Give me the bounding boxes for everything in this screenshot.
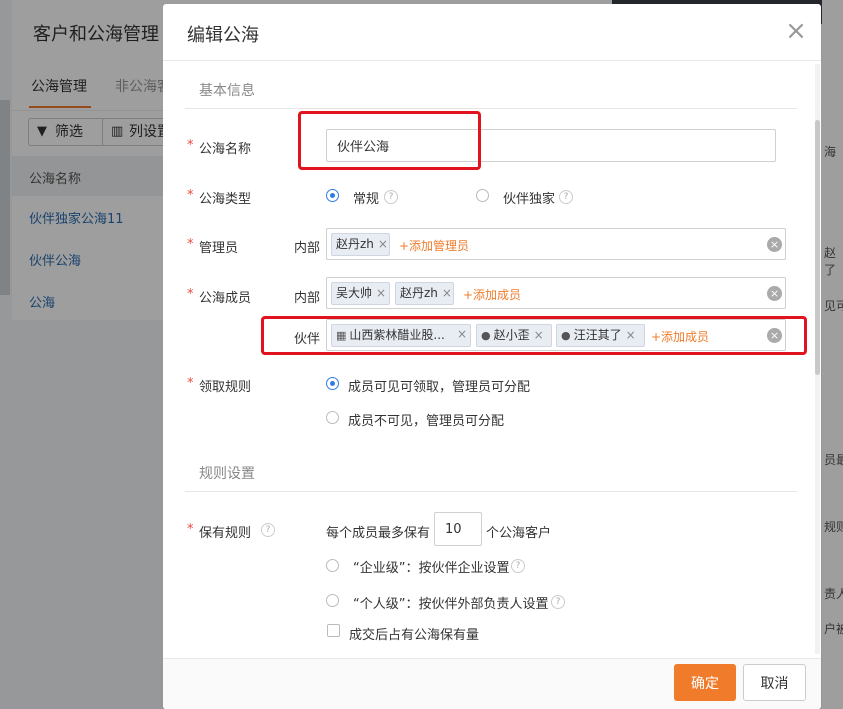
tag-text: 赵丹zh: [336, 237, 374, 251]
person-icon: ●: [481, 329, 491, 342]
member-tag: 赵丹zh ×: [395, 282, 454, 305]
cancel-button[interactable]: 取消: [743, 664, 806, 701]
tag-text: 赵丹zh: [400, 286, 438, 300]
partner-tag: ● 汪汪其了 ×: [556, 324, 645, 347]
claim-invisible-radio[interactable]: [326, 411, 339, 424]
clear-icon[interactable]: ×: [767, 286, 782, 301]
retain-prefix: 每个成员最多保有: [326, 526, 431, 541]
clear-icon[interactable]: ×: [767, 328, 782, 343]
remove-tag-icon[interactable]: ×: [378, 237, 388, 251]
retain-personal-label: “个人级”：按伙伴外部负责人设置: [353, 597, 549, 612]
pool-type-partner-label: 伙伴独家: [503, 192, 556, 207]
claim-invisible-label: 成员不可见，管理员可分配: [348, 414, 505, 429]
remove-tag-icon[interactable]: ×: [534, 328, 544, 342]
claim-rule-label: 领取规则: [199, 380, 252, 395]
claim-visible-radio[interactable]: [326, 377, 339, 390]
admin-tag-input[interactable]: 赵丹zh × +添加管理员 ×: [326, 228, 786, 260]
pool-type-label: 公海类型: [199, 192, 252, 207]
retain-personal-radio[interactable]: [326, 594, 339, 607]
required-mark: *: [187, 188, 194, 203]
section-divider: [185, 108, 797, 109]
confirm-button[interactable]: 确定: [674, 664, 736, 701]
scrollbar-thumb[interactable]: [815, 120, 820, 375]
required-mark: *: [187, 522, 194, 537]
building-icon: ▦: [336, 329, 347, 342]
section-rule-settings: 规则设置: [199, 466, 255, 482]
dialog-scrollbar[interactable]: [815, 64, 820, 654]
retain-suffix: 个公海客户: [486, 526, 552, 541]
pool-type-regular-label: 常规: [353, 192, 380, 207]
close-icon[interactable]: ×: [783, 18, 809, 44]
pool-type-regular-radio[interactable]: [326, 189, 339, 202]
pool-name-label: 公海名称: [199, 142, 252, 157]
count-after-deal-label: 成交后占有公海保有量: [349, 628, 480, 643]
claim-visible-label: 成员可见可领取，管理员可分配: [348, 380, 531, 395]
clear-icon[interactable]: ×: [767, 237, 782, 252]
partner-tag: ▦ 山西紫林醋业股...: [331, 324, 471, 347]
members-partner-label: 伙伴: [294, 332, 321, 347]
pool-type-partner-radio[interactable]: [476, 189, 489, 202]
members-internal-label: 内部: [294, 291, 321, 306]
dialog-header: 编辑公海 ×: [163, 4, 821, 61]
help-icon[interactable]: ?: [551, 595, 565, 609]
required-mark: *: [187, 376, 194, 391]
member-tag: 吴大帅 ×: [331, 282, 390, 305]
retain-enterprise-label: “企业级”：按伙伴企业设置: [353, 561, 510, 576]
add-partner-member-link[interactable]: +添加成员: [651, 328, 709, 345]
admin-tag: 赵丹zh ×: [331, 233, 390, 256]
tag-text: 吴大帅: [336, 286, 373, 300]
retain-quantity-input[interactable]: [434, 512, 482, 546]
section-divider: [185, 491, 797, 492]
edit-pool-dialog: 编辑公海 × 基本信息 * 公海名称 * 公海类型 常规 ? 伙伴独家 ? * …: [163, 4, 821, 709]
required-mark: *: [187, 287, 194, 302]
help-icon[interactable]: ?: [559, 190, 573, 204]
count-after-deal-checkbox[interactable]: [327, 624, 340, 637]
dialog-title: 编辑公海: [187, 25, 259, 46]
admin-label: 管理员: [199, 241, 239, 256]
tag-text: 山西紫林醋业股...: [349, 328, 445, 342]
person-icon: ●: [561, 329, 571, 342]
members-internal-tag-input[interactable]: 吴大帅 × 赵丹zh × +添加成员 ×: [326, 277, 786, 309]
help-icon[interactable]: ?: [261, 523, 275, 537]
remove-tag-icon[interactable]: ×: [442, 286, 452, 300]
add-internal-member-link[interactable]: +添加成员: [463, 286, 521, 303]
remove-tag-icon[interactable]: ×: [626, 328, 636, 342]
retain-enterprise-radio[interactable]: [326, 559, 339, 572]
help-icon[interactable]: ?: [511, 559, 525, 573]
remove-tag-icon[interactable]: ×: [376, 286, 386, 300]
members-label: 公海成员: [199, 291, 252, 306]
required-mark: *: [187, 138, 194, 153]
partner-tag: ● 赵小歪 ×: [476, 324, 552, 347]
remove-tag-icon[interactable]: ×: [457, 327, 467, 341]
admin-internal-label: 内部: [294, 241, 321, 256]
required-mark: *: [187, 237, 194, 252]
tag-text: 汪汪其了: [573, 328, 622, 342]
members-partner-tag-input[interactable]: ▦ 山西紫林醋业股... × ● 赵小歪 × ● 汪汪其了 × +添加成员 ×: [326, 319, 786, 351]
pool-name-input[interactable]: [326, 129, 776, 162]
tag-text: 赵小歪: [493, 328, 530, 342]
section-basic-info: 基本信息: [199, 83, 255, 99]
help-icon[interactable]: ?: [384, 190, 398, 204]
retain-rule-label: 保有规则: [199, 526, 252, 541]
add-admin-link[interactable]: +添加管理员: [399, 237, 469, 254]
